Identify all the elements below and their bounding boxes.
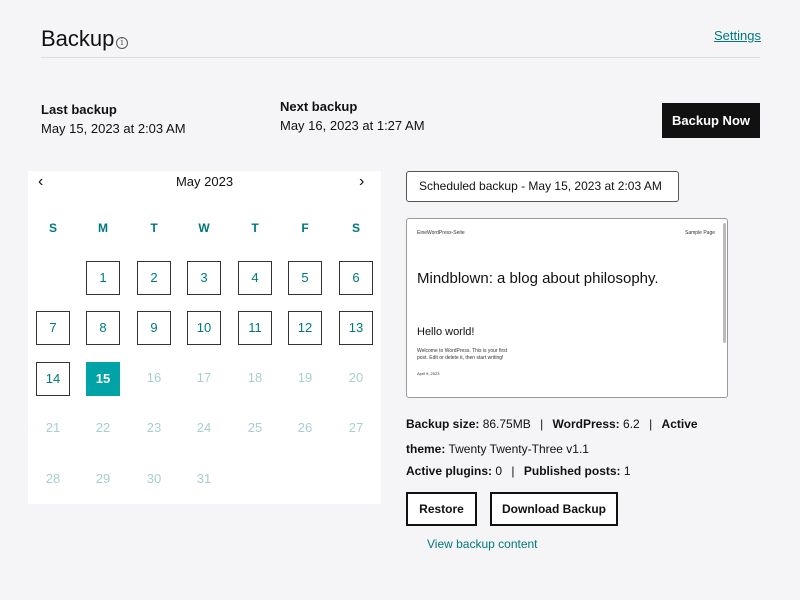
- calendar-day: 26: [297, 420, 313, 435]
- calendar-day[interactable]: 7: [36, 311, 70, 345]
- page-title: Backup: [41, 26, 115, 51]
- view-backup-content-link[interactable]: View backup content: [427, 537, 538, 551]
- weekday-label: T: [251, 221, 259, 235]
- preview-excerpt-line: post. Edit or delete it, then start writ…: [417, 355, 504, 361]
- separator: |: [649, 417, 653, 431]
- wordpress-version: 6.2: [623, 417, 640, 431]
- next-backup-label: Next backup: [280, 99, 358, 114]
- site-preview: EineWordPress-Seite Sample Page Mindblow…: [406, 218, 728, 398]
- separator: |: [540, 417, 544, 431]
- last-backup-value: May 15, 2023 at 2:03 AM: [41, 121, 186, 136]
- calendar-day[interactable]: 11: [238, 311, 272, 345]
- calendar-day: 18: [247, 370, 263, 385]
- calendar-day[interactable]: 10: [187, 311, 221, 345]
- theme-label-part: theme:: [406, 442, 446, 456]
- calendar-day: 30: [146, 471, 162, 486]
- calendar-day[interactable]: 1: [86, 261, 120, 295]
- download-backup-button[interactable]: Download Backup: [490, 492, 618, 526]
- scheduled-backup-select[interactable]: Scheduled backup - May 15, 2023 at 2:03 …: [406, 171, 679, 202]
- preview-headline: Mindblown: a blog about philosophy.: [417, 270, 659, 287]
- posts-value: 1: [623, 464, 631, 478]
- calendar-day: 21: [45, 420, 61, 435]
- plugins-label: Active plugins:: [406, 464, 493, 478]
- calendar-day-selected[interactable]: 15: [86, 362, 120, 396]
- plugins-value: 0: [495, 464, 503, 478]
- backup-calendar: ‹ May 2023 › S M T W T F S 1 2 3 4 5 6 7 8 9 10 11 12 13 14 1…: [28, 171, 381, 504]
- weekday-label: S: [48, 221, 57, 235]
- calendar-day: 27: [348, 420, 364, 435]
- weekday-label: F: [301, 221, 309, 235]
- preview-site-name: EineWordPress-Seite: [417, 230, 465, 236]
- next-backup-value: May 16, 2023 at 1:27 AM: [280, 118, 425, 133]
- theme-label-part: Active: [661, 417, 698, 431]
- backup-size-label: Backup size:: [406, 417, 480, 431]
- calendar-day: 16: [146, 370, 162, 385]
- preview-post-date: April 9, 2023: [417, 371, 440, 376]
- calendar-day: 24: [196, 420, 212, 435]
- separator: |: [511, 464, 515, 478]
- backup-meta-line-2: theme: Twenty Twenty-Three v1.1: [406, 442, 589, 456]
- calendar-day[interactable]: 14: [36, 362, 70, 396]
- calendar-day[interactable]: 6: [339, 261, 373, 295]
- weekday-label: S: [351, 221, 360, 235]
- calendar-day[interactable]: 13: [339, 311, 373, 345]
- backup-meta-line-3: Active plugins: 0 | Published posts: 1: [406, 464, 631, 478]
- wordpress-label: WordPress:: [552, 417, 620, 431]
- backup-meta-line-1: Backup size: 86.75MB | WordPress: 6.2 | …: [406, 417, 698, 431]
- calendar-day[interactable]: 4: [238, 261, 272, 295]
- calendar-day[interactable]: 2: [137, 261, 171, 295]
- calendar-day: 28: [45, 471, 61, 486]
- restore-button[interactable]: Restore: [406, 492, 477, 526]
- calendar-day: 17: [196, 370, 212, 385]
- preview-excerpt-line: Welcome to WordPress. This is your first: [417, 348, 508, 354]
- chevron-right-icon[interactable]: ›: [359, 173, 364, 191]
- calendar-day: 22: [95, 420, 111, 435]
- calendar-day[interactable]: 12: [288, 311, 322, 345]
- backup-size-value: 86.75MB: [482, 417, 531, 431]
- weekday-label: T: [150, 221, 158, 235]
- calendar-month-label: May 2023: [175, 174, 234, 189]
- backup-now-button[interactable]: Backup Now: [662, 103, 760, 138]
- posts-label: Published posts:: [523, 464, 621, 478]
- info-icon[interactable]: i: [116, 37, 128, 49]
- preview-sample-page-link: Sample Page: [685, 230, 716, 236]
- calendar-day[interactable]: 5: [288, 261, 322, 295]
- preview-scrollbar[interactable]: [723, 223, 726, 343]
- calendar-day: 20: [348, 370, 364, 385]
- calendar-day[interactable]: 3: [187, 261, 221, 295]
- calendar-day: 31: [196, 471, 212, 486]
- theme-value: Twenty Twenty-Three v1.1: [448, 442, 589, 456]
- calendar-day: 23: [146, 420, 162, 435]
- calendar-day: 29: [95, 471, 111, 486]
- calendar-day[interactable]: 9: [137, 311, 171, 345]
- calendar-day[interactable]: 8: [86, 311, 120, 345]
- weekday-label: M: [98, 221, 108, 235]
- last-backup-label: Last backup: [41, 102, 117, 117]
- calendar-day: 25: [247, 420, 263, 435]
- settings-link[interactable]: Settings: [714, 28, 761, 43]
- weekday-label: W: [198, 221, 210, 235]
- header-divider: [41, 57, 760, 58]
- calendar-day: 19: [297, 370, 313, 385]
- preview-post-title: Hello world!: [417, 326, 475, 338]
